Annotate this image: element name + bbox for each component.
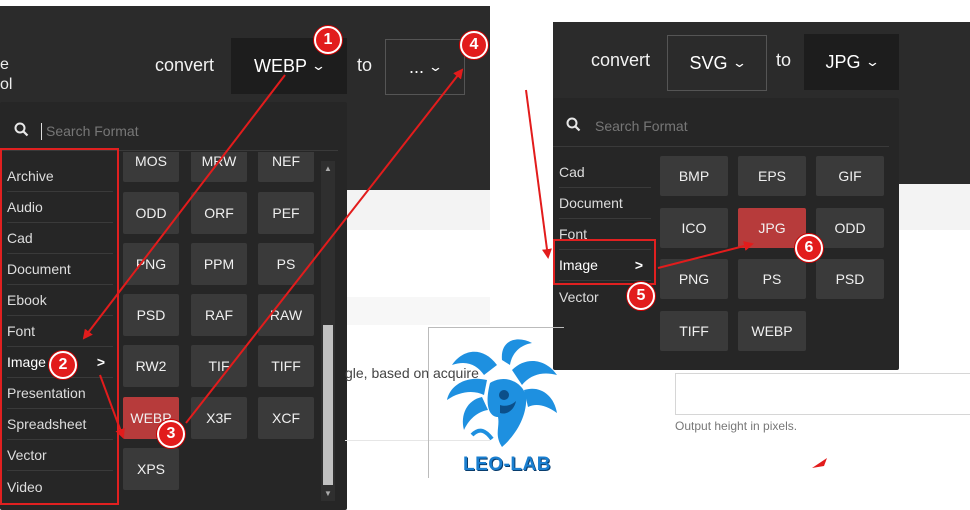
annotation-badge-3: 3 [157, 420, 185, 448]
annotation-stray-mark [812, 458, 827, 468]
annotation-badge-1: 1 [314, 26, 342, 54]
annotation-badge-5: 5 [627, 282, 655, 310]
annotation-arrow-3-to-4 [185, 68, 464, 424]
annotation-arrow-1-to-2 [82, 74, 286, 340]
annotation-badge-2: 2 [49, 351, 77, 379]
annotation-arrow-to-image [525, 89, 552, 259]
annotation-arrow-5-to-6 [657, 241, 754, 269]
annotation-arrow-2-to-3 [99, 374, 125, 439]
annotation-badge-6: 6 [795, 234, 823, 262]
annotation-arrows [82, 68, 827, 468]
annotation-badge-4: 4 [460, 31, 488, 59]
